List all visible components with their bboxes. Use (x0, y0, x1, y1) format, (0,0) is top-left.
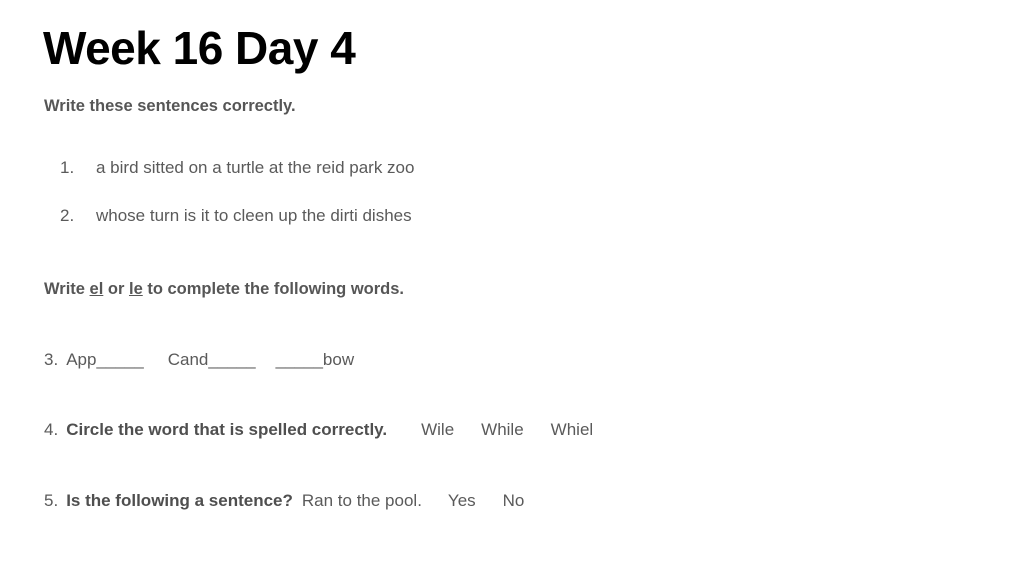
list-item: 1. a bird sitted on a turtle at the reid… (44, 156, 744, 180)
exercise-4-choice-whiel[interactable]: Whiel (551, 418, 594, 442)
exercise-3: 3. App _____ Cand _____ _____ bow (44, 348, 354, 372)
exercise-5-sentence: Ran to the pool. (301, 491, 422, 510)
exercise-3-word-app: App (66, 350, 97, 369)
list-item-text: whose turn is it to cleen up the dirti d… (96, 206, 412, 225)
exercise-3-blank-1[interactable]: App _____ (66, 348, 144, 372)
exercise-4-choice-wile[interactable]: Wile (421, 418, 454, 442)
instruction-underlined-el: el (89, 280, 104, 298)
exercise-4-number: 4. (44, 420, 59, 439)
exercise-3-number: 3. (44, 350, 59, 369)
instruction-middle: or (103, 280, 129, 298)
exercise-3-underscore-3: _____ (275, 350, 323, 369)
exercise-5-choice-yes[interactable]: Yes (448, 489, 476, 513)
instruction-underlined-le: le (128, 280, 143, 298)
exercise-3-blank-2[interactable]: Cand _____ (168, 348, 256, 372)
exercise-5: 5. Is the following a sentence? Ran to t… (44, 489, 524, 513)
instruction-write-sentences: Write these sentences correctly. (44, 97, 296, 115)
list-item: 2. whose turn is it to cleen up the dirt… (44, 204, 744, 228)
exercise-5-choice-no[interactable]: No (503, 489, 525, 513)
exercise-3-word-cand: Cand (167, 350, 209, 369)
exercise-4: 4. Circle the word that is spelled corre… (44, 418, 593, 442)
sentence-list: 1. a bird sitted on a turtle at the reid… (44, 156, 744, 252)
list-item-number: 2. (60, 206, 75, 225)
page-title: Week 16 Day 4 (43, 22, 356, 74)
exercise-4-prompt: Circle the word that is spelled correctl… (66, 420, 388, 439)
exercise-3-word-bow: bow (322, 350, 355, 369)
exercise-3-underscore-2: _____ (208, 350, 256, 369)
exercise-5-number: 5. (44, 491, 59, 510)
instruction-el-or-le: Write el or le to complete the following… (44, 278, 404, 300)
instruction-prefix: Write (44, 280, 90, 298)
exercise-4-choice-while[interactable]: While (481, 418, 524, 442)
list-item-number: 1. (60, 158, 75, 177)
list-item-text: a bird sitted on a turtle at the reid pa… (96, 158, 415, 177)
worksheet-page: Week 16 Day 4 Write these sentences corr… (0, 0, 1024, 576)
exercise-3-underscore-1: _____ (96, 350, 144, 369)
exercise-5-prompt: Is the following a sentence? (66, 491, 293, 510)
exercise-3-blank-3[interactable]: _____ bow (276, 348, 354, 372)
instruction-suffix: to complete the following words. (142, 280, 405, 298)
